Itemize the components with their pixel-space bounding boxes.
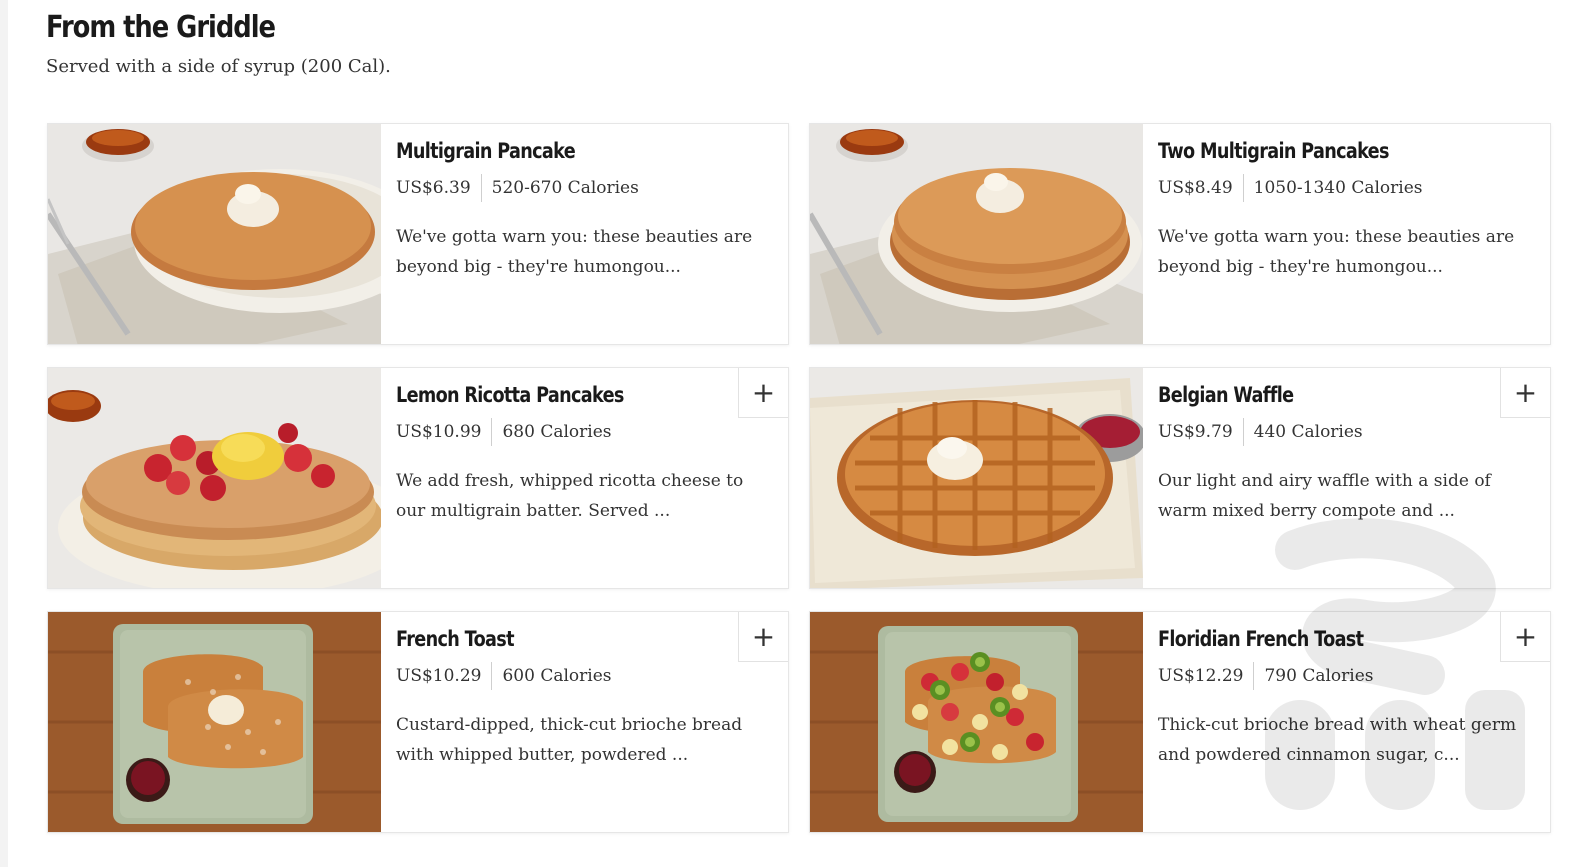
item-price: US$10.29	[396, 662, 493, 690]
item-calories: 440 Calories	[1253, 422, 1363, 442]
item-description: We've gotta warn you: these beauties are…	[1158, 227, 1515, 277]
section-subtitle: Served with a side of syrup (200 Cal).	[46, 56, 391, 77]
plus-icon: +	[751, 619, 776, 653]
floridian-french-toast-photo	[810, 612, 1143, 832]
item-name[interactable]: Floridian French Toast	[1158, 624, 1469, 654]
page-edge	[0, 0, 8, 867]
item-description: We add fresh, whipped ricotta cheese to …	[396, 471, 744, 521]
add-to-order-button[interactable]: +	[1500, 612, 1550, 662]
french-toast-photo	[48, 612, 381, 832]
menu-item-card[interactable]: Lemon Ricotta Pancakes US$10.99 680 Calo…	[47, 367, 789, 589]
item-name[interactable]: French Toast	[396, 624, 707, 654]
item-name[interactable]: Belgian Waffle	[1158, 380, 1469, 410]
item-description: Thick-cut brioche bread with wheat germ …	[1158, 715, 1517, 765]
menu-item-card[interactable]: Belgian Waffle US$9.79 440 Calories Our …	[809, 367, 1551, 589]
item-price: US$10.99	[396, 418, 493, 446]
add-to-order-button[interactable]: +	[738, 612, 788, 662]
add-to-order-button[interactable]: +	[1500, 368, 1550, 418]
menu-item-card[interactable]: Multigrain Pancake US$6.39 520-670 Calor…	[47, 123, 789, 345]
pancakes-photo	[810, 124, 1143, 344]
item-name[interactable]: Two Multigrain Pancakes	[1158, 136, 1469, 166]
item-calories: 1050-1340 Calories	[1253, 178, 1423, 198]
item-description: We've gotta warn you: these beauties are…	[396, 227, 753, 277]
item-description: Custard-dipped, thick-cut brioche bread …	[396, 715, 743, 765]
item-price: US$9.79	[1158, 418, 1244, 446]
item-calories: 600 Calories	[502, 666, 612, 686]
menu-item-card[interactable]: Two Multigrain Pancakes US$8.49 1050-134…	[809, 123, 1551, 345]
plus-icon: +	[751, 375, 776, 409]
lemon-ricotta-photo	[48, 368, 381, 588]
item-calories: 790 Calories	[1264, 666, 1374, 686]
section-title: From the Griddle	[46, 10, 276, 45]
plus-icon: +	[1513, 375, 1538, 409]
menu-item-card[interactable]: French Toast US$10.29 600 Calories Custa…	[47, 611, 789, 833]
pancake-photo	[48, 124, 381, 344]
item-calories: 520-670 Calories	[491, 178, 639, 198]
plus-icon: +	[1513, 619, 1538, 653]
item-price: US$8.49	[1158, 174, 1244, 202]
item-name[interactable]: Lemon Ricotta Pancakes	[396, 380, 707, 410]
item-price: US$6.39	[396, 174, 482, 202]
item-price: US$12.29	[1158, 662, 1255, 690]
menu-item-card[interactable]: Floridian French Toast US$12.29 790 Calo…	[809, 611, 1551, 833]
add-to-order-button[interactable]: +	[738, 368, 788, 418]
item-name[interactable]: Multigrain Pancake	[396, 136, 707, 166]
waffle-photo	[810, 368, 1143, 588]
item-description: Our light and airy waffle with a side of…	[1158, 471, 1491, 521]
item-calories: 680 Calories	[502, 422, 612, 442]
